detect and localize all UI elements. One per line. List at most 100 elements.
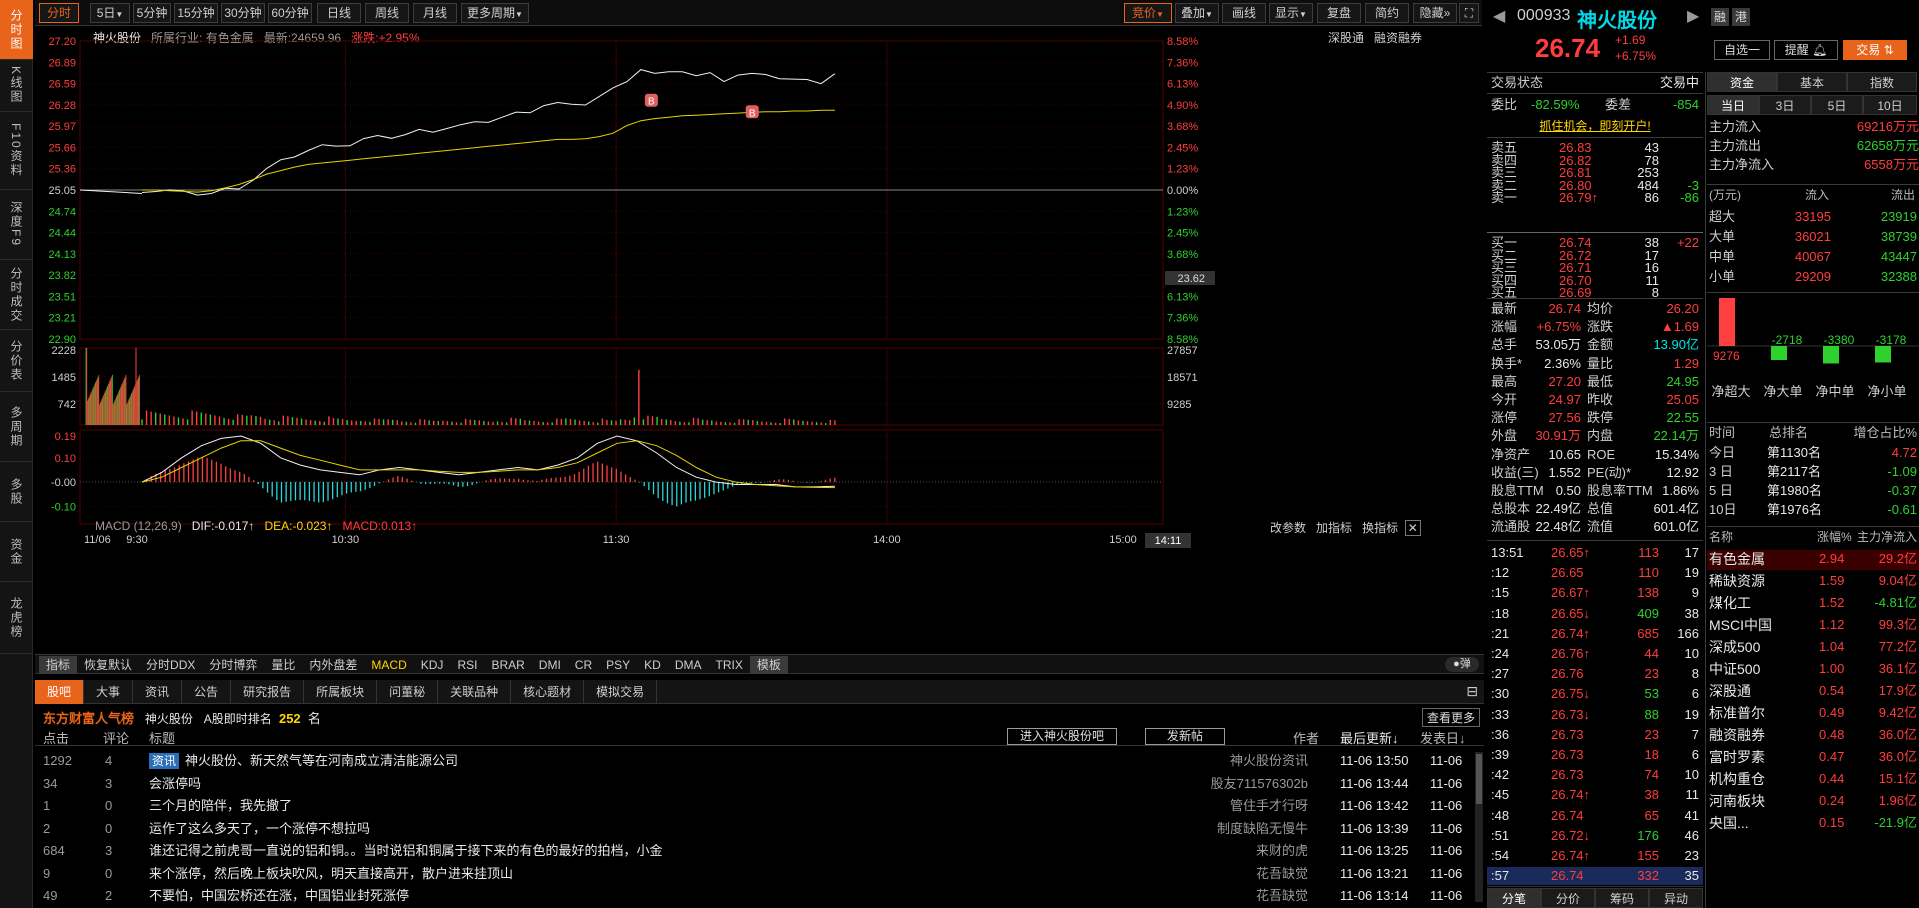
col-clicks[interactable]: 点击 <box>43 728 69 747</box>
col-date[interactable]: 发表日↓ <box>1420 728 1466 747</box>
post-row[interactable]: 684 3 谁还记得之前虎哥一直说的铝和铜。。当时说铝和铜属于接下来的有色的最好的拍… <box>35 840 1484 862</box>
post-row[interactable]: 1292 4 资讯 神火股份、新天然气等在河南成立清洁能源公司 神火股份资讯 11-06 … <box>35 750 1484 772</box>
tab-price-dist[interactable]: 分价表 <box>0 330 33 392</box>
indicator-tab-11[interactable]: CR <box>568 656 599 674</box>
display-button[interactable]: 显示▼ <box>1269 3 1313 23</box>
tab-index[interactable]: 指数 <box>1847 72 1917 92</box>
period-weekly[interactable]: 周线 <box>365 3 409 23</box>
sector-row[interactable]: 富时罗素 0.47 36.0亿 <box>1707 748 1919 768</box>
tab-fund-flow[interactable]: 资金 <box>1707 72 1777 92</box>
replay-button[interactable]: 复盘 <box>1317 3 1361 23</box>
post-row[interactable]: 34 3 会涨停吗 股友711576302b 11-06 13:44 11-06 <box>35 773 1484 795</box>
next-stock-icon[interactable]: ▶ <box>1687 6 1699 26</box>
post-title[interactable]: 运作了这么多天了，一个涨停不想拉吗 <box>149 818 370 840</box>
bottom-tab-8[interactable]: 核心题材 <box>511 680 585 704</box>
post-title[interactable]: 神火股份、新天然气等在河南成立清洁能源公司 <box>185 750 458 772</box>
draw-button[interactable]: 画线 <box>1222 3 1266 23</box>
bottom-tab-7[interactable]: 关联品种 <box>438 680 512 704</box>
sector-row[interactable]: 标准普尔 0.49 9.42亿 <box>1707 704 1919 724</box>
post-row[interactable]: 49 2 不要怕，中国宏桥还在涨，中国铝业封死涨停 花吾缺觉 11-06 13:14 11… <box>35 885 1484 907</box>
period-5min[interactable]: 5分钟 <box>133 3 171 23</box>
post-scrollbar[interactable] <box>1475 752 1483 902</box>
col-updated[interactable]: 最后更新↓ <box>1340 728 1399 747</box>
sector-row[interactable]: 中证500 1.00 36.1亿 <box>1707 660 1919 680</box>
period-timeshare[interactable]: 分时 <box>39 3 79 23</box>
period-daily[interactable]: 日线 <box>317 3 361 23</box>
post-title[interactable]: 三个月的陪伴，我先撤了 <box>149 795 292 817</box>
post-row[interactable]: 1 0 三个月的陪伴，我先撤了 管住手才行呀 11-06 13:42 11-06 <box>35 795 1484 817</box>
collapse-icon[interactable]: ⊟ <box>1466 683 1478 700</box>
indicator-tab-2[interactable]: 分时DDX <box>139 656 202 674</box>
post-author[interactable]: 花吾缺觉 <box>1256 885 1308 907</box>
bottom-tab-5[interactable]: 所属板块 <box>304 680 378 704</box>
indicator-tab-15[interactable]: TRIX <box>709 656 750 674</box>
bottom-tab-0[interactable]: 股吧 <box>35 680 85 704</box>
sector-row[interactable]: 深成500 1.04 77.2亿 <box>1707 638 1919 658</box>
bottom-tab-9[interactable]: 模拟交易 <box>584 680 658 704</box>
indicator-tab-12[interactable]: PSY <box>599 656 637 674</box>
col-comments[interactable]: 评论 <box>103 728 129 747</box>
period-5day[interactable]: 5日▼ <box>90 3 130 23</box>
tab-5day[interactable]: 5日 <box>1811 95 1863 115</box>
sector-col-name[interactable]: 名称 <box>1709 528 1733 546</box>
bottom-tab-3[interactable]: 公告 <box>182 680 232 704</box>
overlay-button[interactable]: 叠加▼ <box>1175 3 1219 23</box>
sector-col-flow[interactable]: 主力净流入 <box>1857 528 1917 546</box>
tab-depth[interactable]: 深度F9 <box>0 190 33 260</box>
bottom-tab-6[interactable]: 问董秘 <box>377 680 439 704</box>
indicator-tab-4[interactable]: 量比 <box>264 656 302 674</box>
prev-stock-icon[interactable]: ◀ <box>1493 6 1505 26</box>
post-title[interactable]: 谁还记得之前虎哥一直说的铝和铜。。当时说铝和铜属于接下来的有色的最好的拍档，小金 <box>149 840 663 862</box>
enter-forum-button[interactable]: 进入神火股份吧 <box>1007 728 1117 745</box>
new-post-button[interactable]: 发新帖 <box>1145 728 1225 745</box>
watchlist-button[interactable]: 自选一 <box>1714 40 1770 60</box>
indicator-tab-13[interactable]: KD <box>637 656 668 674</box>
sector-row[interactable]: MSCI中国 1.12 99.3亿 <box>1707 616 1919 636</box>
post-title[interactable]: 不要怕，中国宏桥还在涨，中国铝业封死涨停 <box>149 885 409 907</box>
indicator-tab-0[interactable]: 指标 <box>39 656 78 674</box>
fullscreen-icon[interactable]: ⛶ <box>1459 3 1479 23</box>
tab-chips[interactable]: 筹码 <box>1595 888 1649 908</box>
indicator-tab-10[interactable]: DMI <box>532 656 568 674</box>
post-author[interactable]: 股友711576302b <box>1211 773 1308 795</box>
tab-timeshare[interactable]: 分时图 <box>0 0 33 60</box>
period-60min[interactable]: 60分钟 <box>268 3 312 23</box>
auction-button[interactable]: 竞价▼ <box>1124 3 1172 23</box>
post-author[interactable]: 制度缺陷无慢牛 <box>1217 818 1308 840</box>
add-indicator-button[interactable]: 加指标 <box>1316 521 1352 535</box>
post-author[interactable]: 花吾缺觉 <box>1256 863 1308 885</box>
post-row[interactable]: 2 0 运作了这么多天了，一个涨停不想拉吗 制度缺陷无慢牛 11-06 13:39 11-… <box>35 818 1484 840</box>
switch-indicator-button[interactable]: 换指标 <box>1362 521 1398 535</box>
indicator-tab-1[interactable]: 恢复默认 <box>77 656 139 674</box>
tab-ticks[interactable]: 分笔 <box>1487 888 1541 908</box>
post-title[interactable]: 会涨停吗 <box>149 773 201 795</box>
period-30min[interactable]: 30分钟 <box>221 3 265 23</box>
post-author[interactable]: 管住手才行呀 <box>1230 795 1308 817</box>
post-title[interactable]: 来个涨停，然后晚上板块吹风，明天直接高开，散户进来挂顶山 <box>149 863 513 885</box>
period-more[interactable]: 更多周期▼ <box>461 3 529 23</box>
view-more-button[interactable]: 查看更多 <box>1421 708 1480 727</box>
period-15min[interactable]: 15分钟 <box>174 3 218 23</box>
bottom-tab-2[interactable]: 资讯 <box>133 680 183 704</box>
tab-anomaly[interactable]: 异动 <box>1649 888 1703 908</box>
indicator-tab-7[interactable]: KDJ <box>414 656 451 674</box>
bottom-tab-4[interactable]: 研究报告 <box>231 680 305 704</box>
intraday-chart[interactable]: 27.20 8.58% 26.89 7.36% 26.59 6.13% 26.28 4.90%… <box>35 26 1484 662</box>
sector-row[interactable]: 机构重仓 0.44 15.1亿 <box>1707 770 1919 790</box>
sector-row[interactable]: 稀缺资源 1.59 9.04亿 <box>1707 572 1919 592</box>
close-icon[interactable]: ✕ <box>1404 520 1421 536</box>
sector-row[interactable]: 央国... 0.15 -21.9亿 <box>1707 814 1919 834</box>
indicator-tab-8[interactable]: RSI <box>450 656 484 674</box>
sector-row[interactable]: 有色金属 2.94 29.2亿 <box>1707 550 1919 570</box>
indicator-tab-5[interactable]: 内外盘差 <box>302 656 364 674</box>
change-params-button[interactable]: 改参数 <box>1270 521 1306 535</box>
indicator-tab-14[interactable]: DMA <box>668 656 709 674</box>
tab-basic[interactable]: 基本 <box>1777 72 1847 92</box>
post-row[interactable]: 9 0 来个涨停，然后晚上板块吹风，明天直接高开，散户进来挂顶山 花吾缺觉 11-06 … <box>35 863 1484 885</box>
tab-multi-period[interactable]: 多周期 <box>0 392 33 462</box>
sector-row[interactable]: 河南板块 0.24 1.96亿 <box>1707 792 1919 812</box>
tab-3day[interactable]: 3日 <box>1759 95 1811 115</box>
tab-f10[interactable]: F10资料 <box>0 112 33 190</box>
tab-today[interactable]: 当日 <box>1707 95 1759 115</box>
col-title[interactable]: 标题 <box>149 728 175 747</box>
